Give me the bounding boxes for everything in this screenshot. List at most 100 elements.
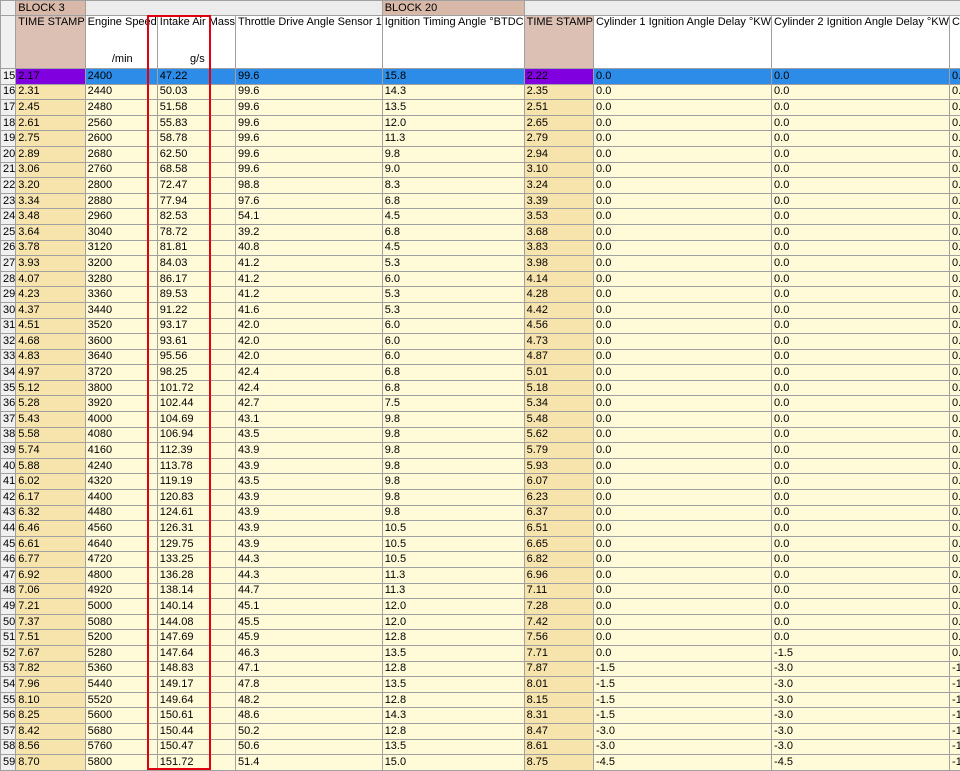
table-cell[interactable]: 99.6 — [235, 68, 383, 85]
table-cell[interactable]: 4800 — [84, 567, 158, 584]
table-cell[interactable]: 91.22 — [156, 301, 237, 319]
table-cell[interactable]: 0.0 — [949, 239, 960, 257]
table-row[interactable]: 162.31244050.0399.614.32.350.00.00.00.02… — [0, 83, 960, 101]
table-cell[interactable]: 6.32 — [15, 504, 86, 522]
table-cell[interactable]: 2.94 — [523, 145, 595, 163]
table-cell[interactable]: 0.0 — [771, 473, 951, 491]
table-cell[interactable]: 0.0 — [949, 426, 960, 444]
table-cell[interactable]: 13.5 — [381, 644, 525, 662]
table-cell[interactable]: 4320 — [84, 473, 158, 491]
table-row[interactable]: 578.425680150.4450.212.88.47-3.0-3.0-1.5… — [0, 722, 960, 740]
table-cell[interactable]: 8.01 — [523, 676, 595, 693]
table-cell[interactable]: 4.5 — [381, 208, 525, 225]
table-cell[interactable]: 5600 — [84, 707, 158, 724]
column-header[interactable]: Intake Air Mass g/s — [156, 15, 237, 69]
table-cell[interactable]: 6.96 — [523, 567, 595, 584]
table-cell[interactable]: 47.1 — [235, 660, 383, 678]
table-cell[interactable]: 0.0 — [593, 457, 773, 475]
table-cell[interactable]: 7.67 — [15, 644, 86, 662]
table-cell[interactable]: 0.0 — [949, 114, 960, 132]
table-cell[interactable]: 0.0 — [771, 223, 951, 241]
table-cell[interactable]: 0.0 — [771, 286, 951, 303]
table-row[interactable]: 558.105520149.6448.212.88.15-1.5-3.0-1.5… — [0, 691, 960, 709]
table-cell[interactable]: 3.64 — [15, 223, 86, 241]
table-cell[interactable]: 106.94 — [156, 426, 237, 444]
table-cell[interactable]: 3.48 — [15, 208, 86, 225]
table-cell[interactable]: 8.75 — [523, 754, 595, 771]
table-cell[interactable]: -3.0 — [771, 691, 951, 709]
table-cell[interactable]: 0.0 — [771, 551, 951, 568]
table-cell[interactable]: 2.61 — [15, 114, 86, 132]
table-cell[interactable]: 0.0 — [771, 348, 951, 366]
table-cell[interactable]: 0.0 — [949, 489, 960, 506]
table-cell[interactable]: 12.8 — [381, 691, 525, 709]
table-cell[interactable]: 5.18 — [523, 379, 595, 397]
table-cell[interactable]: 0.0 — [949, 270, 960, 288]
table-cell[interactable]: 78.72 — [156, 223, 237, 241]
table-cell[interactable]: 3.06 — [15, 161, 86, 179]
table-cell[interactable]: 7.87 — [523, 660, 595, 678]
table-cell[interactable]: 8.25 — [15, 707, 86, 724]
table-cell[interactable]: 6.17 — [15, 489, 86, 506]
table-cell[interactable]: 0.0 — [949, 582, 960, 600]
table-row[interactable]: 152.17240047.2299.615.82.220.00.00.00.02… — [0, 68, 960, 85]
table-row[interactable]: 568.255600150.6148.614.38.31-1.5-3.0-1.5… — [0, 707, 960, 724]
table-cell[interactable]: 62.50 — [156, 145, 237, 163]
column-header[interactable]: Ignition Timing Angle °BTDC — [381, 15, 525, 69]
table-cell[interactable]: 0.0 — [949, 598, 960, 615]
table-cell[interactable]: 99.6 — [235, 99, 383, 116]
table-row[interactable]: 344.97372098.2542.46.85.010.00.00.00.05.… — [0, 364, 960, 381]
table-cell[interactable]: 120.83 — [156, 489, 237, 506]
table-cell[interactable]: 39.2 — [235, 223, 383, 241]
table-cell[interactable]: 42.0 — [235, 333, 383, 350]
table-cell[interactable]: 3.34 — [15, 192, 86, 210]
table-row[interactable]: 395.744160112.3943.99.85.790.00.00.00.05… — [0, 442, 960, 459]
table-cell[interactable]: 0.0 — [949, 333, 960, 350]
table-cell[interactable]: 138.14 — [156, 582, 237, 600]
table-cell[interactable]: 5800 — [84, 754, 158, 771]
column-header[interactable]: Cylinder 2 Ignition Angle Delay °KW — [771, 15, 951, 69]
table-cell[interactable]: 0.0 — [949, 83, 960, 101]
table-row[interactable]: 223.20280072.4798.88.33.240.00.00.00.03.… — [0, 177, 960, 194]
table-cell[interactable]: 58.78 — [156, 130, 237, 147]
table-cell[interactable]: 8.10 — [15, 691, 86, 709]
table-cell[interactable]: 48.2 — [235, 691, 383, 709]
table-cell[interactable]: 12.8 — [381, 722, 525, 740]
table-cell[interactable]: 3720 — [84, 364, 158, 381]
table-row[interactable]: 527.675280147.6446.313.57.710.0-1.50.0-1… — [0, 644, 960, 662]
table-cell[interactable]: 6.8 — [381, 364, 525, 381]
table-cell[interactable]: 7.28 — [523, 598, 595, 615]
table-cell[interactable]: 0.0 — [949, 457, 960, 475]
table-row[interactable]: 416.024320119.1943.59.86.070.00.00.00.06… — [0, 473, 960, 491]
table-cell[interactable]: 0.0 — [593, 317, 773, 335]
table-cell[interactable]: 14.3 — [381, 83, 525, 101]
table-cell[interactable]: 0.0 — [593, 535, 773, 553]
table-cell[interactable]: 2760 — [84, 161, 158, 179]
table-cell[interactable]: 0.0 — [771, 114, 951, 132]
table-cell[interactable]: 3.20 — [15, 177, 86, 194]
table-cell[interactable]: 13.5 — [381, 99, 525, 116]
table-row[interactable]: 213.06276068.5899.69.03.100.00.00.00.03.… — [0, 161, 960, 179]
table-cell[interactable]: 5.12 — [15, 379, 86, 397]
table-cell[interactable]: 6.07 — [523, 473, 595, 491]
table-cell[interactable]: 8.56 — [15, 738, 86, 756]
table-cell[interactable]: 0.0 — [949, 161, 960, 179]
table-cell[interactable]: 5.3 — [381, 255, 525, 272]
table-cell[interactable]: 5080 — [84, 613, 158, 631]
table-cell[interactable]: 4.14 — [523, 270, 595, 288]
table-cell[interactable]: -3.0 — [593, 738, 773, 756]
table-cell[interactable]: 6.51 — [523, 520, 595, 537]
table-cell[interactable]: 43.9 — [235, 457, 383, 475]
table-cell[interactable]: 5520 — [84, 691, 158, 709]
table-cell[interactable]: 136.28 — [156, 567, 237, 584]
table-cell[interactable]: 148.83 — [156, 660, 237, 678]
table-cell[interactable]: 0.0 — [593, 255, 773, 272]
table-cell[interactable]: 5.28 — [15, 395, 86, 413]
table-cell[interactable]: 3.68 — [523, 223, 595, 241]
table-cell[interactable]: 12.0 — [381, 613, 525, 631]
table-cell[interactable]: -1.5 — [949, 738, 960, 756]
table-row[interactable]: 537.825360148.8347.112.87.87-1.5-3.0-1.5… — [0, 660, 960, 678]
table-cell[interactable]: 68.58 — [156, 161, 237, 179]
table-cell[interactable]: 149.64 — [156, 691, 237, 709]
table-cell[interactable]: 6.8 — [381, 379, 525, 397]
